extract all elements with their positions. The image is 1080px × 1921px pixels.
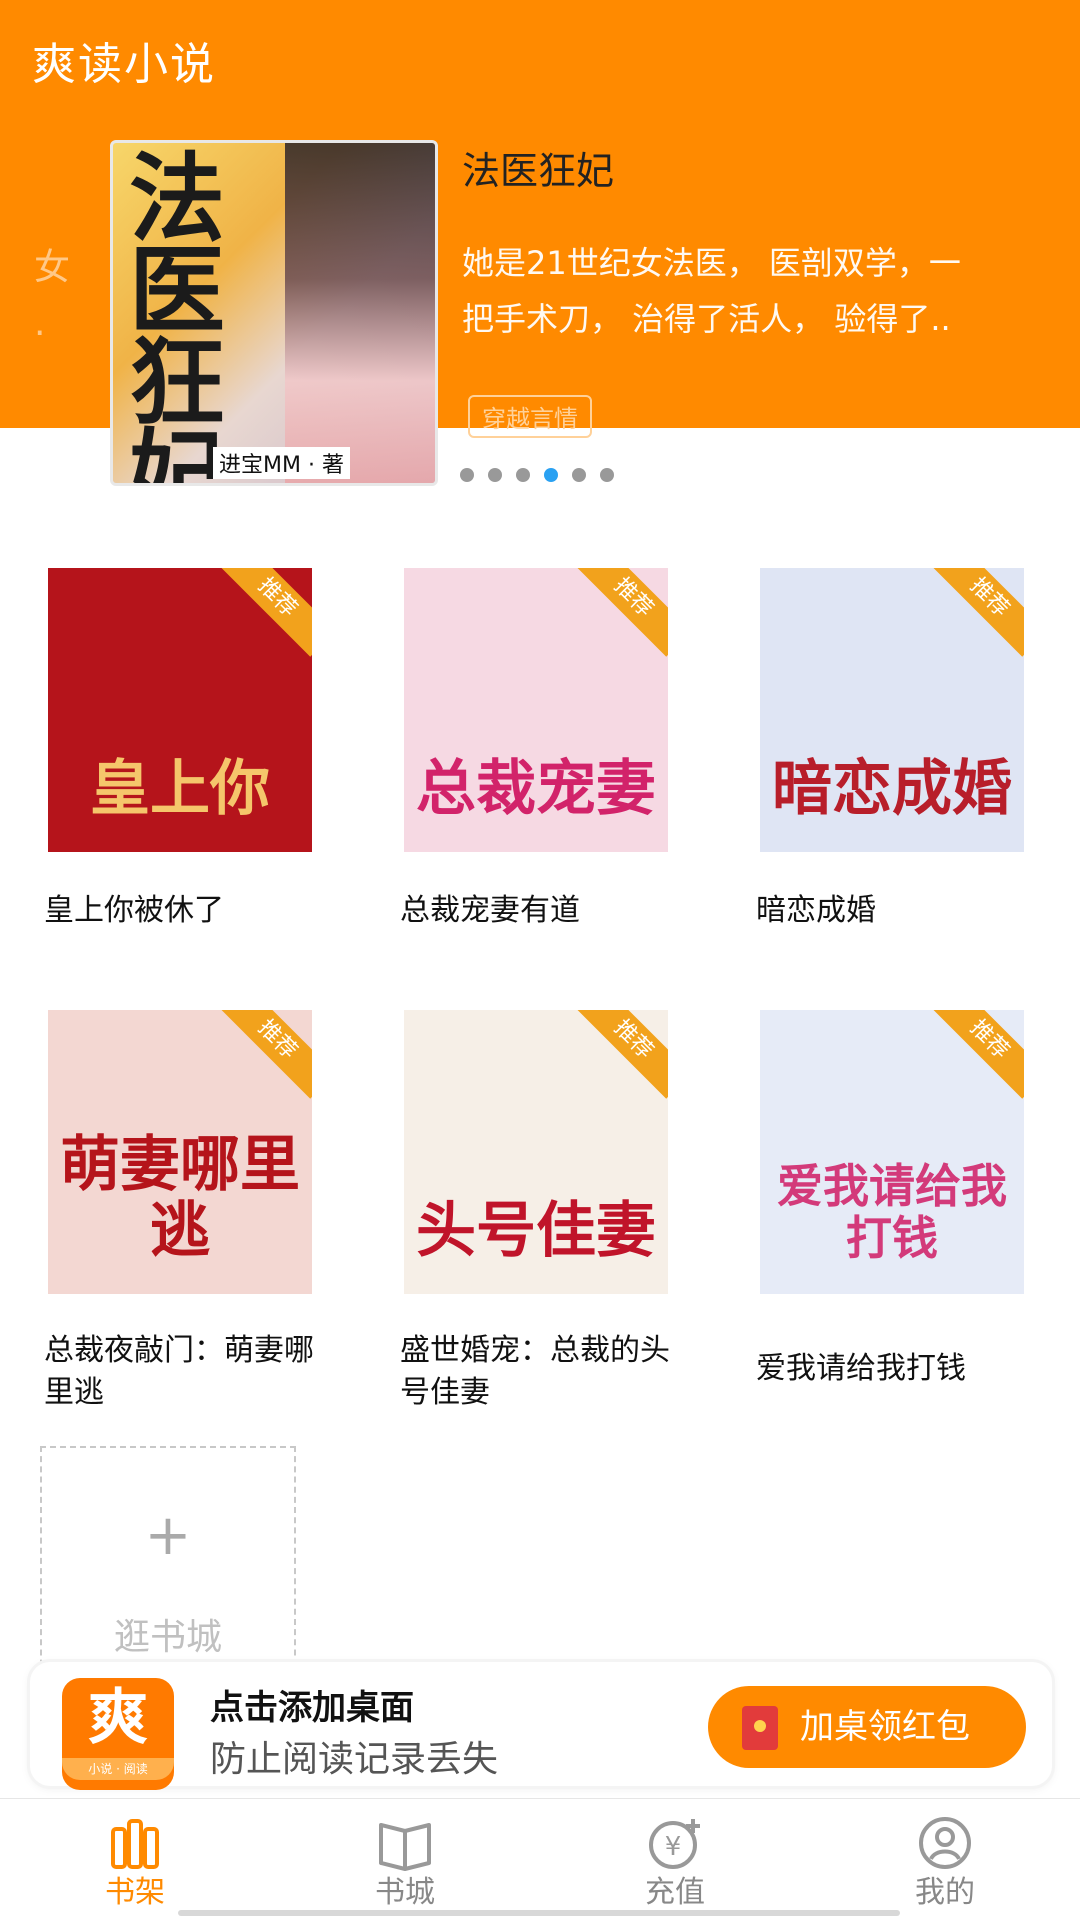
app-logo: 爽 小说 · 阅读 bbox=[62, 1678, 174, 1790]
bookshelf-icon bbox=[0, 1813, 270, 1873]
feature-book-cover[interactable]: 法医狂妃 进宝MM · 著 bbox=[110, 140, 438, 486]
feature-description: 她是21世纪女法医， 医剖双学，一 把手术刀， 治得了活人， 验得了.. bbox=[462, 235, 1052, 347]
recommend-ribbon: 推荐 bbox=[574, 568, 668, 657]
carousel-dot[interactable] bbox=[600, 468, 614, 482]
recommend-ribbon: 推荐 bbox=[218, 1010, 312, 1099]
tab-recharge[interactable]: ¥ 充值 bbox=[540, 1799, 810, 1921]
feature-genre-tag: 穿越言情 bbox=[468, 395, 592, 438]
tab-label: 充值 bbox=[645, 1875, 705, 1910]
feature-cover-author: 进宝MM · 著 bbox=[213, 447, 350, 479]
book-cover[interactable]: 推荐 暗恋成婚 bbox=[760, 568, 1024, 852]
book-cover[interactable]: 推荐 皇上你 bbox=[48, 568, 312, 852]
feature-title: 法医狂妃 bbox=[462, 149, 615, 193]
tab-profile[interactable]: 我的 bbox=[810, 1799, 1080, 1921]
browse-store-label: 逛书城 bbox=[113, 1617, 222, 1658]
book-title: 总裁宠妻有道 bbox=[400, 893, 580, 928]
book-cover[interactable]: 推荐 爱我请给我打钱 bbox=[760, 1010, 1024, 1294]
book-cover[interactable]: 推荐 萌妻哪里逃 bbox=[48, 1010, 312, 1294]
add-desktop-red-packet-button[interactable]: 加桌领红包 bbox=[708, 1686, 1026, 1768]
book-cover-text: 爱我请给我打钱 bbox=[777, 1159, 1007, 1265]
carousel-dots bbox=[460, 468, 614, 482]
carousel-dot[interactable] bbox=[516, 468, 530, 482]
book-title: 盛世婚宠：总裁的头号佳妻 bbox=[400, 1333, 670, 1410]
app-title: 爽读小说 bbox=[32, 39, 216, 90]
recommend-ribbon: 推荐 bbox=[930, 568, 1024, 657]
carousel-dot-active[interactable] bbox=[544, 468, 558, 482]
home-indicator[interactable] bbox=[178, 1910, 900, 1916]
recommend-ribbon: 推荐 bbox=[574, 1010, 668, 1099]
tab-label: 我的 bbox=[915, 1875, 975, 1910]
book-title: 爱我请给我打钱 bbox=[756, 1351, 966, 1386]
book-cover[interactable]: 推荐 头号佳妻 bbox=[404, 1010, 668, 1294]
book-title: 皇上你被休了 bbox=[44, 893, 224, 928]
feature-cover-title: 法医狂妃 bbox=[129, 142, 225, 486]
book-cover[interactable]: 推荐 总裁宠妻 bbox=[404, 568, 668, 852]
recommend-ribbon: 推荐 bbox=[218, 568, 312, 657]
feature-description-line: 她是21世纪女法医， 医剖双学，一 bbox=[462, 244, 961, 282]
book-title: 总裁夜敲门：萌妻哪里逃 bbox=[44, 1333, 314, 1410]
book-cover-text: 暗恋成婚 bbox=[772, 754, 1012, 824]
bottom-tab-bar: 书架 书城 ¥ 充值 我的 bbox=[0, 1798, 1080, 1921]
tab-label: 书城 bbox=[375, 1875, 435, 1910]
book-cover-text: 总裁宠妻 bbox=[416, 754, 656, 824]
logo-caption: 小说 · 阅读 bbox=[62, 1758, 174, 1780]
logo-glyph: 爽 bbox=[88, 1683, 148, 1753]
book-title: 暗恋成婚 bbox=[756, 893, 876, 928]
svg-text:¥: ¥ bbox=[665, 1832, 682, 1862]
browse-store-tile[interactable]: + 逛书城 bbox=[40, 1446, 296, 1686]
tab-label: 书架 bbox=[105, 1875, 165, 1910]
carousel-dot[interactable] bbox=[488, 468, 502, 482]
book-cover-text: 头号佳妻 bbox=[416, 1196, 656, 1266]
user-icon bbox=[810, 1813, 1080, 1873]
tab-bookshelf[interactable]: 书架 bbox=[0, 1799, 270, 1921]
recommend-ribbon: 推荐 bbox=[930, 1010, 1024, 1099]
banner-subtitle: 防止阅读记录丢失 bbox=[210, 1739, 499, 1780]
open-book-icon bbox=[270, 1813, 540, 1873]
button-label: 加桌领红包 bbox=[800, 1707, 970, 1747]
feature-info[interactable]: 法医狂妃 她是21世纪女法医， 医剖双学，一 把手术刀， 治得了活人， 验得了.… bbox=[462, 140, 1052, 438]
feature-description-line: 把手术刀， 治得了活人， 验得了.. bbox=[462, 300, 951, 338]
carousel-dot[interactable] bbox=[572, 468, 586, 482]
book-cover-text: 萌妻哪里逃 bbox=[60, 1130, 300, 1266]
add-to-desktop-banner[interactable]: 爽 小说 · 阅读 点击添加桌面 防止阅读记录丢失 加桌领红包 bbox=[30, 1662, 1052, 1790]
red-envelope-icon bbox=[742, 1706, 778, 1750]
banner-title: 点击添加桌面 bbox=[210, 1688, 414, 1728]
book-cover-text: 皇上你 bbox=[90, 754, 270, 824]
yen-coin-icon: ¥ bbox=[540, 1813, 810, 1873]
carousel-dot[interactable] bbox=[460, 468, 474, 482]
tab-bookstore[interactable]: 书城 bbox=[270, 1799, 540, 1921]
plus-icon: + bbox=[144, 1503, 192, 1568]
carousel-prev-peek[interactable]: 女 . bbox=[34, 240, 70, 352]
